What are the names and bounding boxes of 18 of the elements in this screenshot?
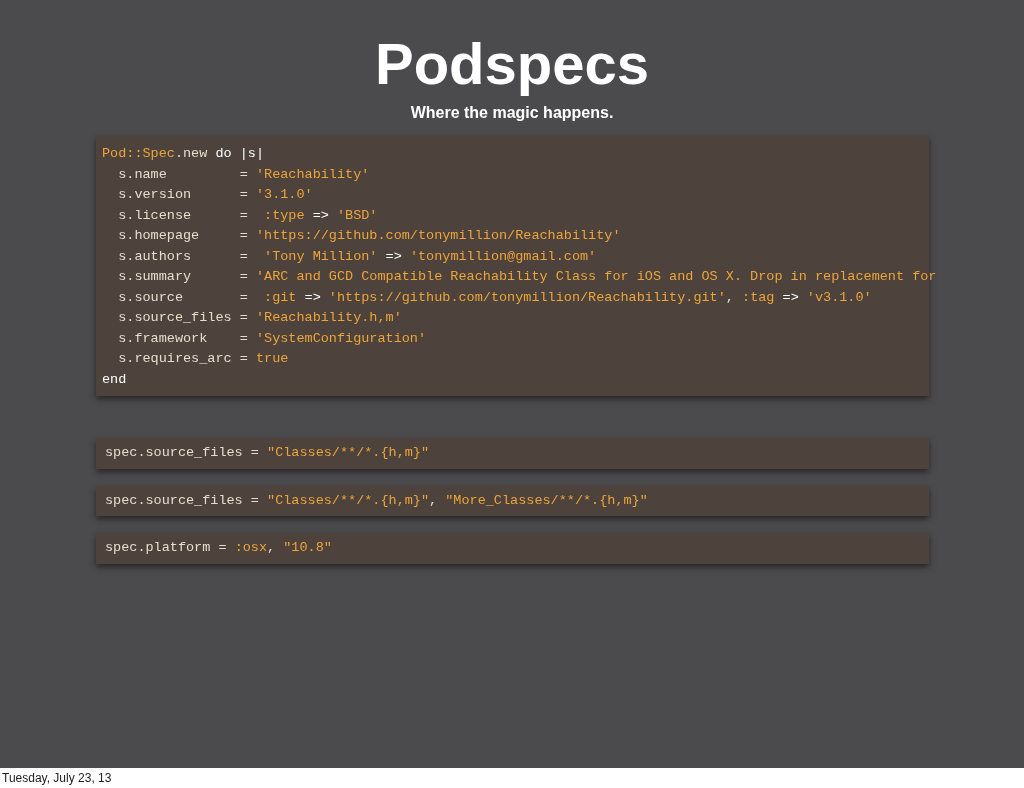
code-line: s.source = :git => 'https://github.com/tonymillion/Reachability.git', :tag => 'v3.1.0' — [117, 288, 872, 307]
code-line: spec.source_files = "Classes/**/*.{h,m}", "More_Classes/**/*.{h,m}" — [105, 491, 648, 510]
code-line: Pod::Spec.new do |s| — [102, 145, 265, 163]
code-line: spec.source_files = "Classes/**/*.{h,m}" — [105, 444, 430, 462]
code-line: s.version = '3.1.0' — [117, 186, 313, 204]
code-line: end — [102, 370, 127, 389]
code-line: s.homepage = 'https://github.com/tonymillion/Reachability' — [117, 227, 621, 245]
code-line: s.source_files = 'Reachability.h,m' — [117, 309, 402, 327]
code-line: spec.platform = :osx, "10.8" — [105, 539, 332, 557]
code-line: s.license = :type => 'BSD' — [117, 206, 378, 225]
code-line: s.requires_arc = true — [117, 350, 289, 368]
code-line: s.framework = 'SystemConfiguration' — [117, 329, 427, 348]
slide-title: Podspecs — [375, 30, 649, 98]
code-line: s.name = 'Reachability' — [117, 165, 370, 184]
slide-subtitle: Where the magic happens. — [410, 104, 614, 122]
footer-date: Tuesday, July 23, 13 — [1, 771, 112, 785]
code-line: s.summary = 'ARC and GCD Compatible Reachability Class for iOS and OS X. Drop in replacement for — [117, 268, 937, 286]
code-line: s.authors = 'Tony Million' => 'tonymillion@gmail.com' — [117, 247, 597, 266]
